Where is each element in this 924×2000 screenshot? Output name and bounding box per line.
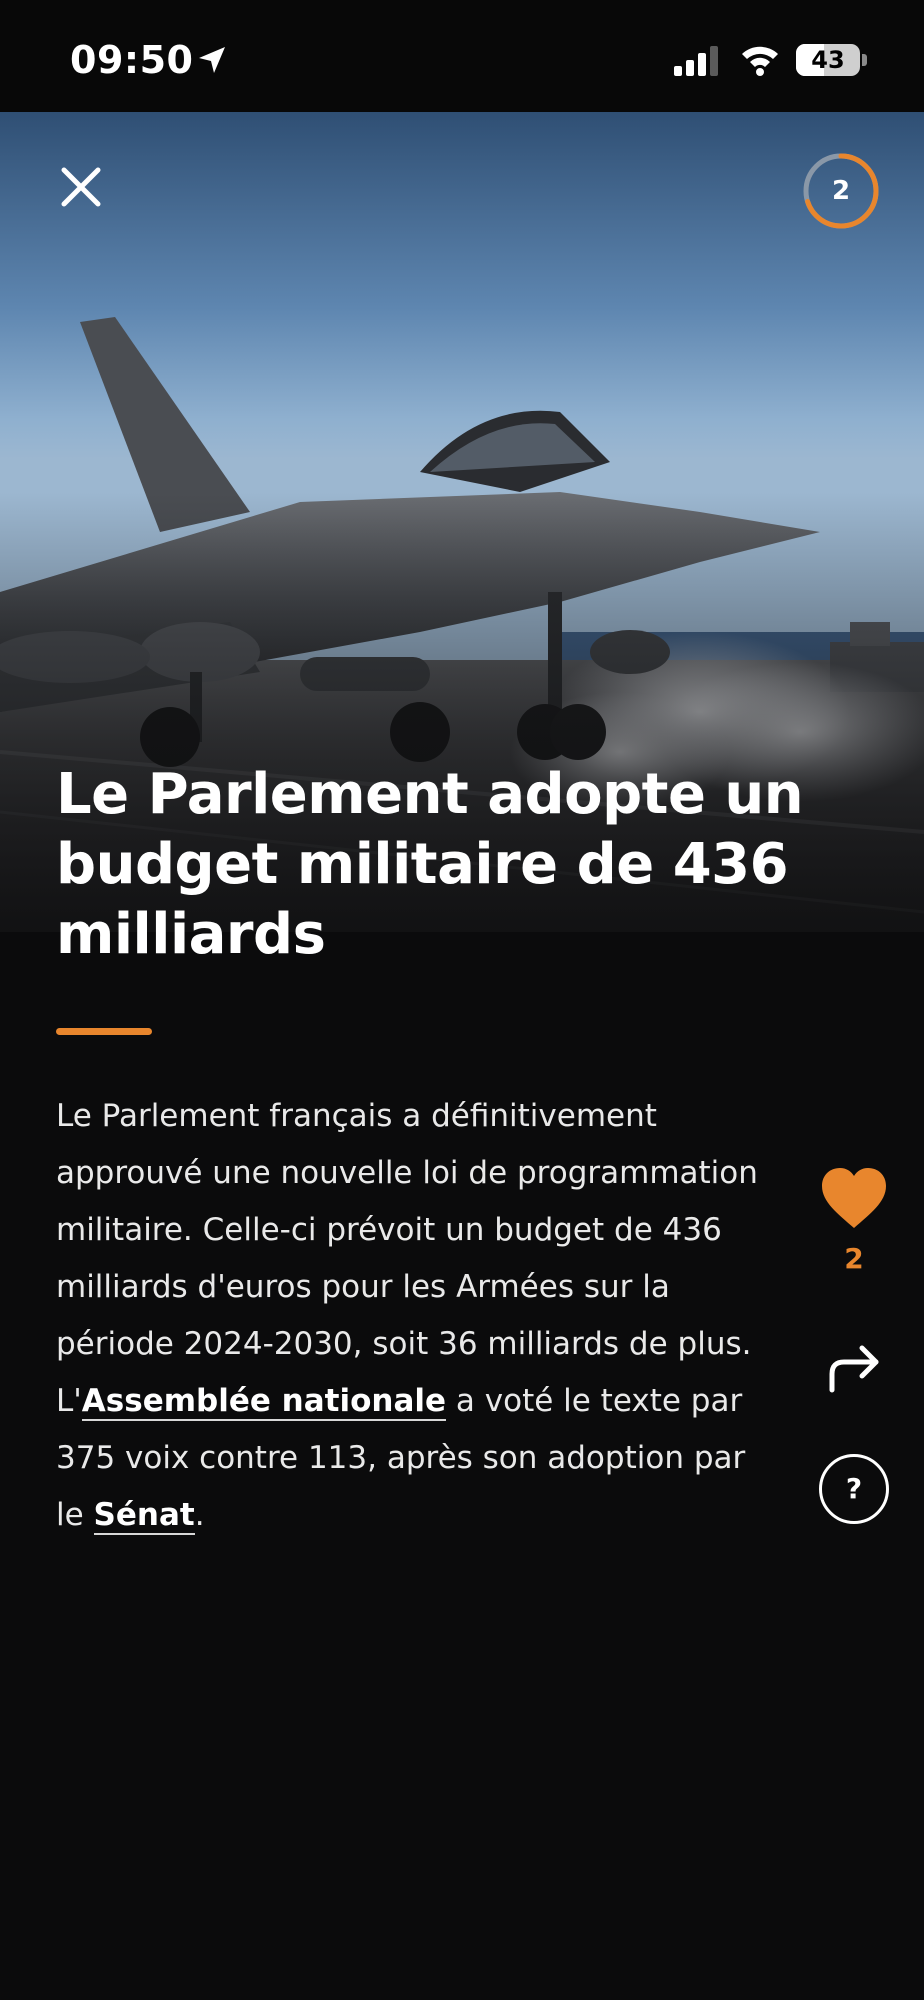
article-title: Le Parlement adopte un budget militaire … [56, 762, 804, 967]
like-count: 2 [844, 1242, 864, 1275]
link-senat[interactable]: Sénat [93, 1497, 195, 1535]
battery-level: 43 [811, 46, 845, 74]
title-accent-divider [56, 1028, 152, 1035]
article-body: Le Parlement français a définitivement a… [56, 1088, 776, 1544]
body-text-part1: Le Parlement français a définitivement a… [56, 1098, 758, 1419]
body-text-part3: . [194, 1497, 205, 1533]
wifi-icon [742, 46, 778, 76]
progress-count: 2 [831, 176, 851, 206]
signal-icon [674, 46, 718, 76]
location-arrow-icon [199, 47, 225, 73]
battery-tip [862, 54, 867, 66]
battery-icon: 43 [796, 44, 860, 76]
share-icon[interactable] [824, 1336, 884, 1396]
link-assemblee-nationale[interactable]: Assemblée nationale [81, 1383, 447, 1421]
help-icon[interactable]: ? [819, 1454, 889, 1524]
status-bar: 09:50 43 [0, 0, 924, 112]
status-time: 09:50 [70, 38, 194, 82]
heart-icon[interactable] [818, 1164, 890, 1232]
close-icon[interactable] [54, 160, 108, 214]
